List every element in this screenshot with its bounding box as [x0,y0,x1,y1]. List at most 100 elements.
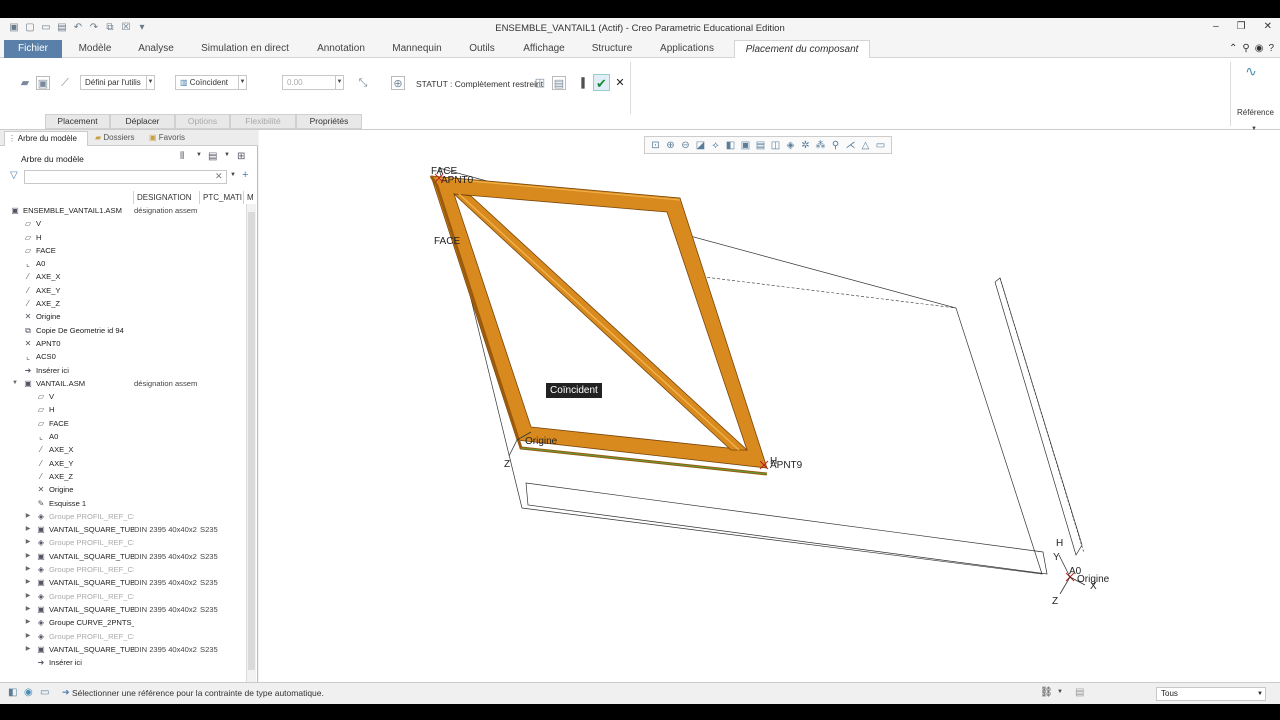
full-screen-icon[interactable]: ▭ [40,687,49,698]
tree-row[interactable]: ⌞ A0 [0,257,246,270]
tree-row[interactable]: ▱ V [0,390,246,403]
tree-filter-icon[interactable]: ⊞ [237,151,245,162]
maximize-icon[interactable]: ❐ [1237,21,1246,32]
expand-icon[interactable]: ▶ [24,630,32,643]
tree-row[interactable]: ▶ ◈ Groupe PROFIL_REF_CS\ [0,536,246,549]
vantail-frame[interactable] [429,175,768,476]
tree-settings-icon[interactable]: ⫴ [180,151,184,162]
tree-search-input[interactable] [24,170,227,184]
tab-analyse[interactable]: Analyse [130,40,182,58]
label-z-1[interactable]: Z [504,459,510,470]
smart-select-icon[interactable]: ⛓ [1040,687,1053,698]
column-name-header[interactable] [0,191,134,204]
tree-row[interactable]: ✕ Origine [0,483,246,496]
expand-icon[interactable]: ▶ [24,536,32,549]
add-column-icon[interactable]: + [242,169,248,181]
expand-icon[interactable]: ▶ [24,576,32,589]
expand-icon[interactable]: ▶ [24,643,32,656]
tree-row[interactable]: ✕ Origine [0,310,246,323]
tree-row[interactable]: ✕ APNT0 [0,337,246,350]
reference-label[interactable]: Référence [1237,108,1274,117]
label-z-2[interactable]: Z [1052,596,1058,607]
tree-row[interactable]: ⁄ AXE_X [0,270,246,283]
scrollbar-thumb[interactable] [248,212,255,670]
expand-icon[interactable]: ▶ [24,603,32,616]
tab-modele[interactable]: Modèle [70,40,120,58]
clear-search-icon[interactable]: ✕ [215,171,223,182]
tree-vertical-scrollbar[interactable] [246,204,256,682]
separate-window-icon[interactable]: ◫ [533,76,547,90]
tree-row[interactable]: ⧉ Copie De Geometrie id 94 [0,324,246,337]
show-columns-icon[interactable]: ▤ [208,151,217,162]
tree-row[interactable]: ▶ ▣ VANTAIL_SQUARE_TUBE_DIN 2395 40x40x2S2… [0,643,246,656]
tree-row[interactable]: ➜ Insérer ici [0,364,246,377]
chevron-down-icon[interactable]: ▼ [196,152,202,158]
tree-row[interactable]: ▣ ENSEMBLE_VANTAIL1.ASM désignation assem [0,204,246,217]
expand-icon[interactable]: ▶ [24,616,32,629]
selection-filter-dropdown[interactable]: Tous ▼ [1156,687,1266,701]
tree-row[interactable]: ⁄ AXE_Y [0,284,246,297]
label-h-2[interactable]: H [1056,538,1063,549]
chevron-down-icon[interactable]: ▼ [1057,689,1063,695]
model-canvas[interactable]: FACE APNT0 FACE Origine Z H APNT9 H Y A0… [259,130,1280,682]
tree-row[interactable]: ▱ FACE [0,244,246,257]
tab-outils[interactable]: Outils [460,40,504,58]
graphics-window[interactable]: ⊡ ⊕ ⊖ ◪ ⟡ ◧ ▣ ▤ ◫ ◈ ✲ ⁂ ⚲ ⋌ △ ▭ FACE APN… [259,130,1280,682]
tree-row[interactable]: ▶ ◈ Groupe PROFIL_REF_CS\ [0,510,246,523]
tree-row[interactable]: ▱ H [0,403,246,416]
minimize-icon[interactable]: – [1213,21,1219,32]
help-icon[interactable]: ? [1268,43,1274,54]
pause-icon[interactable]: ∥ [576,76,590,90]
tree-row[interactable]: ▶ ▣ VANTAIL_SQUARE_TUBE_DIN 2395 40x40x2S2… [0,576,246,589]
tab-applications[interactable]: Applications [650,40,724,58]
tree-row[interactable]: ▼ ▣ VANTAIL.ASM désignation assem [0,377,246,390]
search-icon[interactable]: ⚲ [1242,43,1249,54]
tree-row[interactable]: ⁄ AXE_Y [0,457,246,470]
tree-row[interactable]: ▱ H [0,231,246,244]
assembly-window-icon[interactable]: ▤ [552,76,566,90]
tree-row[interactable]: ▶ ◈ Groupe PROFIL_REF_CS\ [0,630,246,643]
chevron-down-icon[interactable]: ▼ [230,172,236,178]
expand-icon[interactable]: ▶ [24,510,32,523]
browser-icon[interactable]: ◉ [24,687,33,698]
tab-flexibilite-panel[interactable]: Flexibilité [230,114,296,129]
tree-row[interactable]: ✎ Esquisse 1 [0,497,246,510]
tab-model-tree[interactable]: ⋮ Arbre du modèle [4,131,88,146]
tab-favorites[interactable]: ▣ Favoris [146,131,198,146]
tree-row[interactable]: ▶ ◈ Groupe PROFIL_REF_CS\ [0,590,246,603]
tab-proprietes-panel[interactable]: Propriétés [296,114,362,129]
constraint-type-dropdown[interactable]: ▥ Coïncident ▼ [175,75,247,90]
tree-row[interactable]: ⁄ AXE_X [0,443,246,456]
tab-mannequin[interactable]: Mannequin [384,40,450,58]
tab-affichage[interactable]: Affichage [514,40,574,58]
tab-placement-panel[interactable]: Placement [45,114,110,129]
tab-options-panel[interactable]: Options [175,114,230,129]
user-defined-icon[interactable]: ▣ [36,76,50,90]
tree-row[interactable]: ▱ FACE [0,417,246,430]
toggle-navigator-icon[interactable]: ◧ [8,687,17,698]
label-x-2[interactable]: X [1090,581,1097,592]
ptc-community-icon[interactable]: ◉ [1255,43,1264,54]
expand-icon[interactable]: ▶ [24,590,32,603]
tree-row[interactable]: ▶ ▣ VANTAIL_SQUARE_TUBE_DIN 2395 40x40x2S2… [0,550,246,563]
tab-structure[interactable]: Structure [584,40,640,58]
tree-row[interactable]: ⁄ AXE_Z [0,470,246,483]
label-y-2[interactable]: Y [1053,552,1060,563]
confirm-check-icon[interactable]: ✔ [593,74,610,91]
tree-row[interactable]: ▶ ▣ VANTAIL_SQUARE_TUBE_DIN 2395 40x40x2S2… [0,523,246,536]
tab-simulation[interactable]: Simulation en direct [192,40,298,58]
tree-row[interactable]: ▱ V [0,217,246,230]
tree-row[interactable]: ▶ ◈ Groupe PROFIL_REF_CS\ [0,563,246,576]
tree-row[interactable]: ➜ Insérer ici [0,656,246,669]
label-face-2[interactable]: FACE [434,236,460,247]
collapse-ribbon-icon[interactable]: ⌃ [1229,43,1237,54]
selection-buffer-icon[interactable]: ▤ [1075,687,1084,698]
offset-input[interactable]: 0.00 ▼ [282,75,344,90]
cancel-x-icon[interactable]: ✕ [613,76,627,90]
expand-icon[interactable]: ▶ [24,550,32,563]
column-designation-header[interactable]: DESIGNATION [134,191,200,204]
tree-row[interactable]: ⁄ AXE_Z [0,297,246,310]
tree-row[interactable]: ▶ ◈ Groupe CURVE_2PNTS_C [0,616,246,629]
label-apnt0[interactable]: APNT0 [441,175,474,186]
placement-mode-icon[interactable]: ▰ [18,76,32,90]
